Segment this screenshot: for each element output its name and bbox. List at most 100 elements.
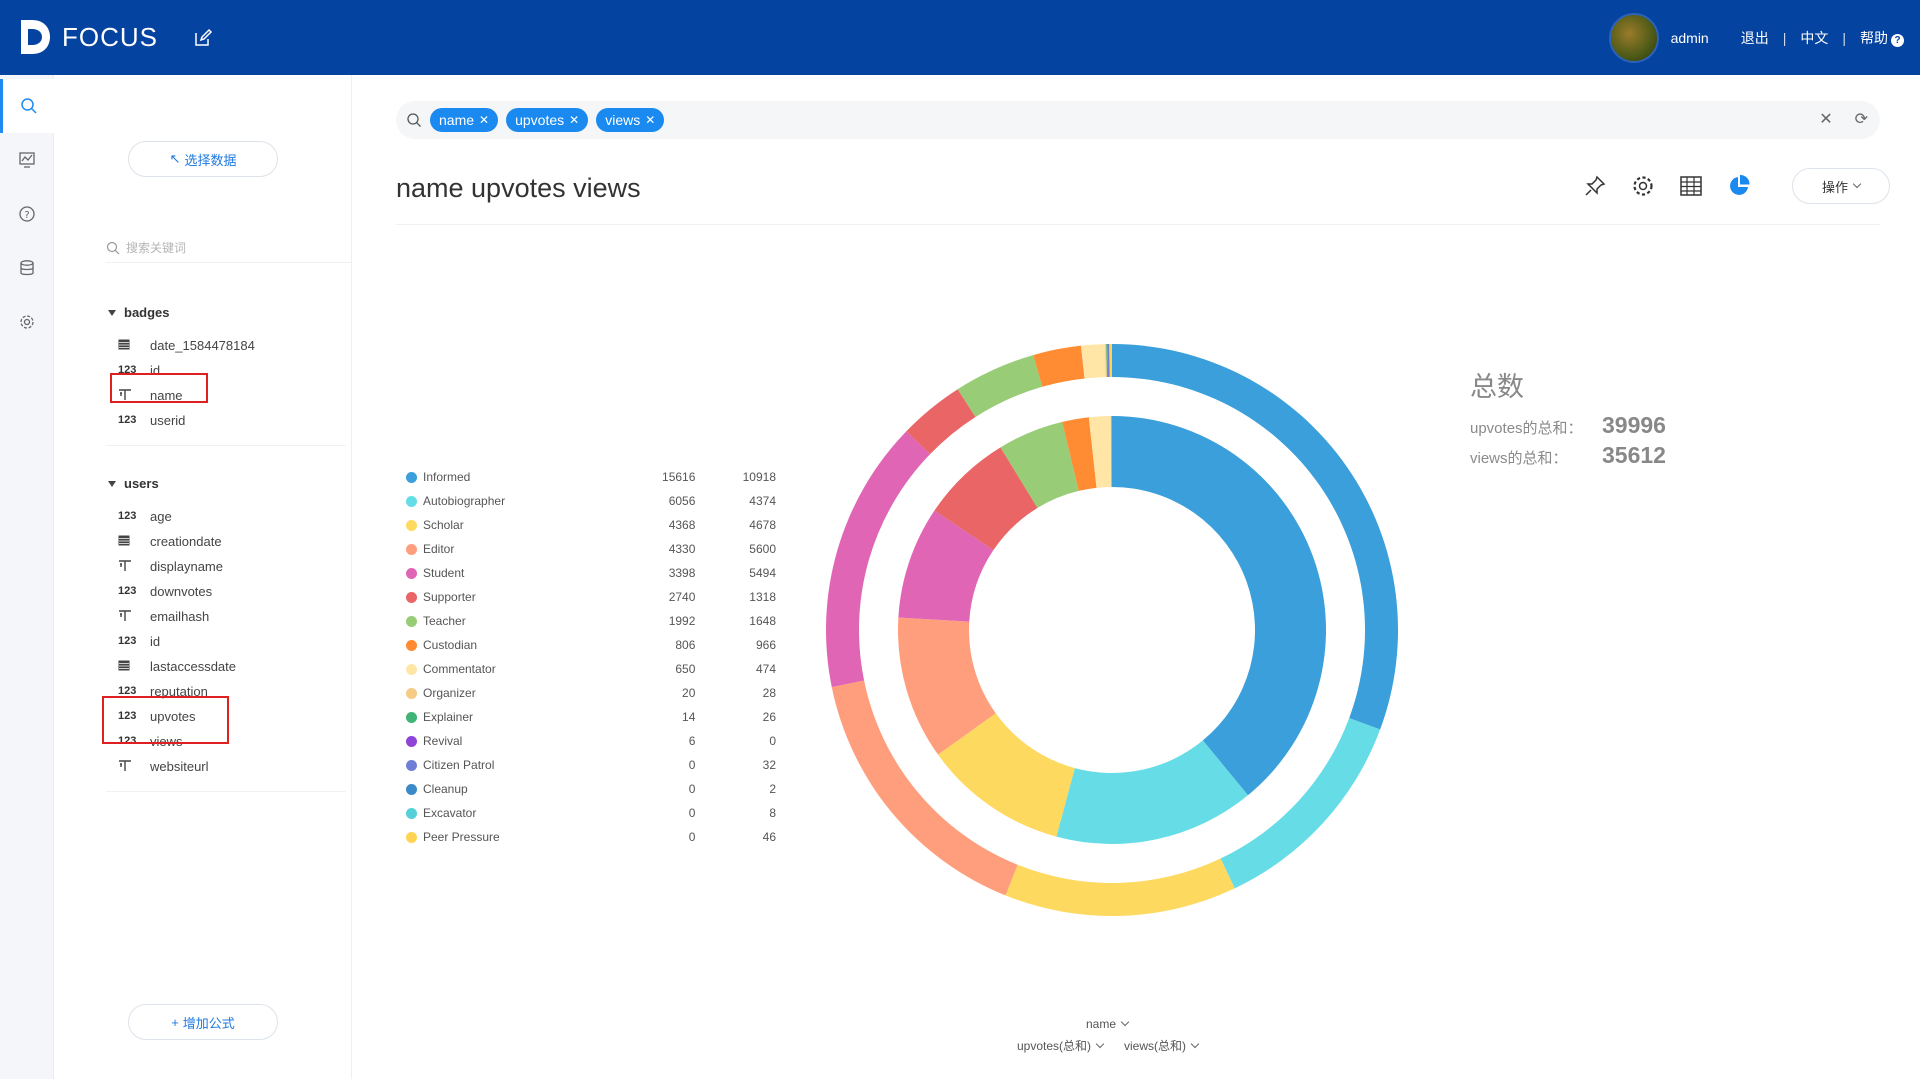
edit-icon[interactable] [193, 28, 213, 48]
rail-dashboard[interactable] [0, 133, 54, 187]
separator: | [1782, 30, 1787, 46]
language-link[interactable]: 中文 [1800, 28, 1828, 48]
search-actions: ✕ ⟳ [1819, 109, 1868, 129]
top-header: FOCUS admin 退出 | 中文 | 帮助? [0, 0, 1920, 75]
field-item[interactable]: 123 age [118, 506, 172, 526]
field-item[interactable]: emailhash [118, 606, 209, 626]
legend-row[interactable]: Student 3398 5494 [406, 561, 776, 585]
chip-label: name [439, 112, 475, 128]
field-name: displayname [150, 558, 223, 574]
chip-label: upvotes [515, 112, 565, 128]
axis-select-views[interactable]: views(总和) [1124, 1037, 1200, 1054]
legend-row[interactable]: Commentator 650 474 [406, 657, 776, 681]
legend-label: Cleanup [423, 782, 468, 796]
settings-icon [20, 315, 34, 329]
legend-row[interactable]: Informed 15616 10918 [406, 465, 776, 489]
field-item[interactable]: creationdate [118, 531, 222, 551]
field-item[interactable]: 123 userid [118, 410, 185, 430]
number-type-icon: 123 [118, 585, 137, 597]
select-data-button[interactable]: ↖ 选择数据 [128, 141, 278, 177]
user-name[interactable]: admin [1671, 30, 1709, 46]
legend-upvotes-value: 6 [688, 734, 696, 748]
legend-swatch [406, 783, 417, 795]
divider [106, 791, 346, 792]
logo-icon [21, 20, 50, 54]
group-users[interactable]: users [108, 476, 159, 491]
outer-ring-segment[interactable] [1005, 858, 1235, 917]
legend-swatch [406, 495, 417, 507]
legend-row[interactable]: Excavator 0 8 [406, 801, 776, 825]
chip-label: views [605, 112, 641, 128]
legend-swatch [406, 735, 417, 747]
legend-row[interactable]: Citizen Patrol 0 32 [406, 753, 776, 777]
legend-swatch [406, 687, 417, 699]
close-icon[interactable]: ✕ [569, 113, 579, 127]
inner-ring-segment[interactable] [1112, 416, 1326, 796]
outer-ring-segment[interactable] [1109, 344, 1112, 378]
refresh-icon[interactable]: ⟳ [1855, 109, 1868, 129]
number-type-icon: 123 [118, 635, 137, 647]
field-item[interactable]: lastaccessdate [118, 656, 236, 676]
search-placeholder: 搜索关键词 [126, 241, 187, 255]
legend-row[interactable]: Supporter 2740 1318 [406, 585, 776, 609]
field-item[interactable]: 123 downvotes [118, 581, 212, 601]
search-chip[interactable]: upvotes ✕ [506, 108, 589, 132]
add-formula-button[interactable]: + 增加公式 [128, 1004, 278, 1040]
legend-views-value: 1648 [749, 614, 776, 628]
outer-ring-segment[interactable] [1033, 345, 1085, 387]
legend-row[interactable]: Custodian 806 966 [406, 633, 776, 657]
search-icon [407, 113, 421, 127]
legend-upvotes-value: 3398 [668, 566, 696, 580]
upvotes-total-label: upvotes的总和： [1470, 420, 1583, 437]
legend-swatch [406, 639, 417, 651]
legend-label: Teacher [423, 614, 466, 628]
app-logo[interactable]: FOCUS [18, 17, 158, 57]
views-total-value: 35612 [1602, 442, 1666, 468]
user-area: admin 退出 | 中文 | 帮助? [1608, 12, 1904, 64]
group-badges[interactable]: badges [108, 305, 170, 320]
outer-ring-segment[interactable] [957, 355, 1043, 417]
legend-label: Peer Pressure [423, 830, 500, 844]
legend-row[interactable]: Revival 6 0 [406, 729, 776, 753]
rail-search[interactable] [0, 79, 54, 133]
help-icon: ? [1891, 34, 1904, 47]
legend-row[interactable]: Cleanup 0 2 [406, 777, 776, 801]
search-chip[interactable]: name ✕ [430, 108, 499, 132]
field-item[interactable]: displayname [118, 556, 223, 576]
legend-row[interactable]: Scholar 4368 4678 [406, 513, 776, 537]
search-bar[interactable]: name ✕ upvotes ✕ views ✕ ✕ ⟳ [396, 101, 1880, 139]
legend-row[interactable]: Editor 4330 5600 [406, 537, 776, 561]
page-title: name upvotes views [396, 173, 641, 203]
legend-row[interactable]: Explainer 14 26 [406, 705, 776, 729]
axis-select-upvotes[interactable]: upvotes(总和) [1017, 1037, 1105, 1054]
pie-view-button[interactable] [1726, 173, 1752, 199]
keyword-search[interactable]: 搜索关键词 [106, 233, 378, 263]
rail-settings[interactable] [0, 295, 54, 349]
field-item[interactable]: date_1584478184 [118, 335, 255, 355]
settings-button[interactable] [1630, 173, 1656, 199]
search-chip[interactable]: views ✕ [596, 108, 665, 132]
axis-select-name[interactable]: name [1086, 1017, 1130, 1031]
outer-ring-segment[interactable] [1080, 344, 1106, 379]
pin-button[interactable] [1582, 173, 1608, 199]
field-item[interactable]: 123 id [118, 631, 160, 651]
field-item[interactable]: websiteurl [118, 756, 209, 776]
avatar[interactable] [1608, 13, 1659, 63]
clear-icon[interactable]: ✕ [1819, 109, 1832, 129]
close-icon[interactable]: ✕ [479, 113, 489, 127]
legend-row[interactable]: Peer Pressure 0 46 [406, 825, 776, 849]
text-type-icon [118, 759, 140, 774]
legend-label: Organizer [423, 686, 476, 700]
table-view-button[interactable] [1678, 173, 1704, 199]
legend-table: Informed 15616 10918 Autobiographer 6056 4374… [406, 465, 776, 849]
help-link[interactable]: 帮助? [1860, 28, 1904, 48]
rail-help[interactable]: ? [0, 187, 54, 241]
legend-upvotes-value: 4330 [668, 542, 696, 556]
rail-database[interactable] [0, 241, 54, 295]
legend-row[interactable]: Autobiographer 6056 4374 [406, 489, 776, 513]
logout-link[interactable]: 退出 [1741, 28, 1769, 48]
operation-button[interactable]: 操作 [1792, 168, 1890, 204]
legend-row[interactable]: Organizer 20 28 [406, 681, 776, 705]
close-icon[interactable]: ✕ [645, 113, 655, 127]
legend-row[interactable]: Teacher 1992 1648 [406, 609, 776, 633]
